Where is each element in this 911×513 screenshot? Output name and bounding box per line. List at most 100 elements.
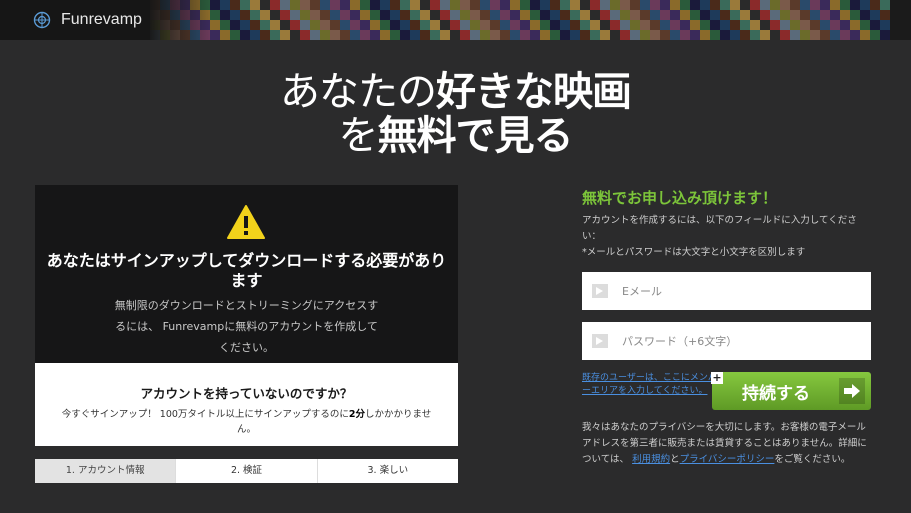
movie-poster-thumb	[440, 20, 450, 30]
movie-poster-thumb	[630, 30, 640, 40]
privacy-and: と	[670, 454, 680, 465]
movie-poster-thumb	[730, 10, 740, 20]
password-field[interactable]	[582, 322, 871, 360]
movie-poster-thumb	[860, 0, 870, 10]
desc-before: 今すぐサインアップ！ 100万タイトル以上にサインアップするのに	[61, 409, 349, 420]
movie-poster-thumb	[350, 0, 360, 10]
movie-poster-thumb	[800, 0, 810, 10]
arrow-right-icon	[839, 378, 865, 404]
movie-poster-thumb	[220, 20, 230, 30]
movie-poster-thumb	[750, 0, 760, 10]
movie-poster-thumb	[630, 10, 640, 20]
movie-poster-thumb	[470, 30, 480, 40]
movie-poster-thumb	[530, 10, 540, 20]
movie-poster-thumb	[800, 10, 810, 20]
movie-poster-thumb	[210, 10, 220, 20]
movie-poster-thumb	[390, 20, 400, 30]
movie-poster-thumb	[510, 20, 520, 30]
movie-poster-thumb	[620, 20, 630, 30]
movie-poster-thumb	[610, 10, 620, 20]
movie-poster-thumb	[230, 30, 240, 40]
movie-poster-thumb	[550, 20, 560, 30]
movie-poster-thumb	[400, 0, 410, 10]
movie-poster-thumb	[540, 30, 550, 40]
top-header: Funrevamp	[0, 0, 911, 40]
movie-poster-thumb	[700, 0, 710, 10]
movie-poster-thumb	[650, 10, 660, 20]
movie-poster-thumb	[490, 10, 500, 20]
movie-poster-thumb	[270, 10, 280, 20]
movie-poster-thumb	[850, 10, 860, 20]
signup-required-description: 無制限のダウンロードとストリーミングにアクセスするには、 Funrevampに無…	[114, 299, 379, 354]
member-area-link[interactable]: 既存のユーザーは、ここにメンバーエリアを入力してください。	[582, 372, 722, 398]
movie-poster-thumb	[330, 20, 340, 30]
movie-poster-thumb	[670, 10, 680, 20]
movie-poster-thumb	[500, 10, 510, 20]
movie-poster-thumb	[360, 20, 370, 30]
hero-line-1-plain: あなたの	[280, 69, 437, 115]
form-note-line-1: アカウントを作成するには、以下のフィールドに入力してください：	[582, 215, 857, 242]
movie-poster-thumb	[260, 30, 270, 40]
movie-poster-thumb	[780, 0, 790, 10]
privacy-notice: 我々はあなたのプライバシーを大切にします。お客様の電子メールアドレスを第三者に販…	[582, 420, 874, 468]
movie-poster-thumb	[840, 30, 850, 40]
signup-steps: 1. アカウント情報 2. 検証 3. 楽しい	[35, 459, 458, 483]
movie-poster-thumb	[720, 20, 730, 30]
movie-poster-strip	[150, 0, 911, 40]
movie-poster-thumb	[610, 0, 620, 10]
step-enjoy: 3. 楽しい	[367, 465, 409, 476]
step-verify: 2. 検証	[176, 459, 318, 483]
movie-poster-thumb	[490, 0, 500, 10]
movie-poster-thumb	[680, 0, 690, 10]
movie-poster-thumb	[450, 10, 460, 20]
continue-button[interactable]: 持続する	[712, 372, 871, 410]
movie-poster-thumb	[310, 0, 320, 10]
email-field[interactable]	[582, 272, 871, 310]
movie-poster-thumb	[430, 10, 440, 20]
movie-poster-thumb	[250, 0, 260, 10]
email-input[interactable]	[622, 284, 871, 298]
arrow-right-icon	[592, 334, 608, 348]
movie-poster-thumb	[360, 0, 370, 10]
movie-poster-thumb	[710, 30, 720, 40]
movie-poster-thumb	[600, 0, 610, 10]
movie-poster-thumb	[630, 20, 640, 30]
movie-poster-thumb	[410, 30, 420, 40]
movie-poster-thumb	[770, 30, 780, 40]
movie-poster-thumb	[880, 10, 890, 20]
movie-poster-thumb	[530, 0, 540, 10]
no-account-question: アカウントを持っていないのですか？	[140, 386, 353, 401]
movie-poster-thumb	[550, 10, 560, 20]
movie-poster-thumb	[400, 10, 410, 20]
movie-poster-thumb	[570, 20, 580, 30]
movie-poster-thumb	[330, 10, 340, 20]
movie-poster-thumb	[290, 20, 300, 30]
movie-poster-thumb	[820, 10, 830, 20]
movie-poster-thumb	[640, 10, 650, 20]
movie-poster-thumb	[420, 0, 430, 10]
movie-poster-thumb	[210, 30, 220, 40]
movie-poster-thumb	[720, 0, 730, 10]
movie-poster-thumb	[580, 0, 590, 10]
movie-poster-thumb	[380, 10, 390, 20]
movie-poster-thumb	[510, 0, 520, 10]
movie-poster-thumb	[690, 0, 700, 10]
movie-poster-thumb	[680, 10, 690, 20]
movie-poster-thumb	[630, 0, 640, 10]
movie-poster-thumb	[610, 30, 620, 40]
privacy-end: をご覧ください。	[774, 454, 851, 465]
movie-poster-thumb	[860, 20, 870, 30]
brand[interactable]: Funrevamp	[0, 0, 210, 40]
movie-poster-thumb	[460, 30, 470, 40]
movie-poster-thumb	[470, 10, 480, 20]
password-input[interactable]	[622, 334, 871, 348]
movie-poster-thumb	[830, 30, 840, 40]
movie-poster-thumb	[320, 10, 330, 20]
movie-poster-thumb	[840, 20, 850, 30]
movie-poster-thumb	[490, 30, 500, 40]
movie-poster-thumb	[280, 0, 290, 10]
terms-link[interactable]: 利用規約	[632, 454, 670, 465]
privacy-policy-link[interactable]: プライバシーポリシー	[680, 454, 775, 465]
movie-poster-thumb	[730, 20, 740, 30]
movie-poster-thumb	[350, 10, 360, 20]
